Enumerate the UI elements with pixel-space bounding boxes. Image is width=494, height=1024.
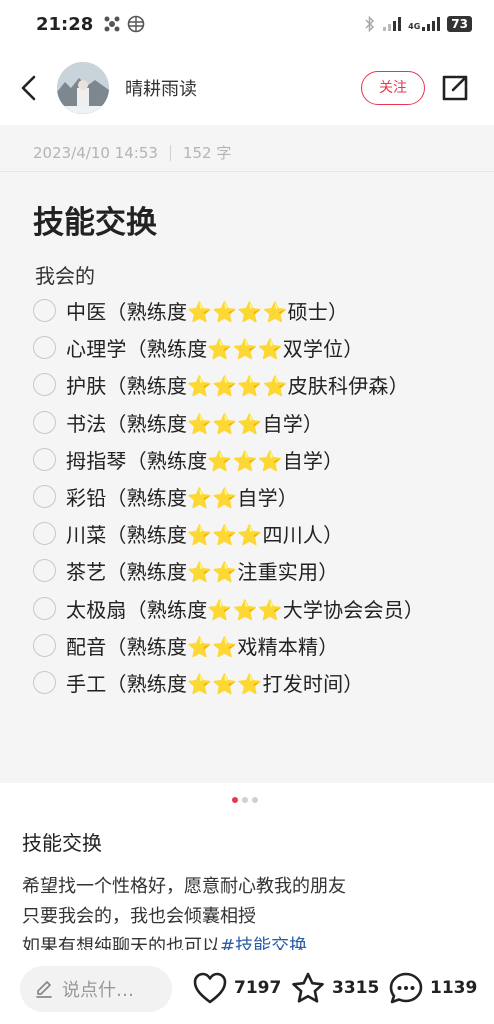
skill-text: 书法（熟练度⭐⭐⭐自学）: [66, 411, 324, 436]
note-header: 晴耕雨读 关注: [0, 56, 494, 120]
checkbox-circle[interactable]: [33, 633, 56, 657]
post-line: 如果有想纯聊天的也可以#技能交换: [22, 932, 472, 950]
image-pager: [232, 797, 258, 803]
comment-placeholder: 说点什…: [62, 980, 134, 1001]
collect-count: 3315: [332, 978, 380, 998]
heart-icon: [193, 972, 227, 1004]
post-line-text: 如果有想纯聊天的也可以: [22, 936, 220, 950]
note-image-card[interactable]: 2023/4/10 14:53 152 字 技能交换 我会的 中医（熟练度⭐⭐⭐…: [0, 125, 494, 783]
pager-dot[interactable]: [252, 797, 258, 803]
skill-text: 川菜（熟练度⭐⭐⭐四川人）: [66, 523, 344, 548]
signal-4g-icon: [422, 17, 441, 31]
hashtag-link[interactable]: #技能交换: [220, 936, 307, 950]
skill-text: 彩铅（熟练度⭐⭐自学）: [66, 486, 299, 511]
signal-icon: [383, 17, 402, 31]
section-label: 我会的: [35, 264, 95, 288]
skill-item[interactable]: 中医（熟练度⭐⭐⭐⭐硕士）: [33, 292, 424, 329]
divider: [0, 171, 494, 172]
like-button[interactable]: 7197: [192, 971, 281, 1005]
skill-item[interactable]: 拇指琴（熟练度⭐⭐⭐自学）: [33, 441, 424, 478]
pencil-icon: [36, 981, 52, 998]
post-body: 希望找一个性格好，愿意耐心教我的朋友 只要我会的，我也会倾囊相授 如果有想纯聊天…: [22, 872, 472, 950]
skill-item[interactable]: 心理学（熟练度⭐⭐⭐双学位）: [33, 329, 424, 366]
app-notification-icon: [104, 16, 120, 32]
post-line: 只要我会的，我也会倾囊相授: [22, 906, 256, 927]
skill-item[interactable]: 茶艺（熟练度⭐⭐注重实用）: [33, 552, 424, 589]
checkbox-circle[interactable]: [33, 336, 56, 360]
skill-text: 手工（熟练度⭐⭐⭐打发时间）: [66, 671, 364, 696]
follow-button[interactable]: 关注: [361, 71, 425, 105]
status-time: 21:28: [36, 13, 94, 35]
word-count: 152 字: [182, 144, 232, 162]
checkbox-circle[interactable]: [33, 522, 56, 546]
bottom-action-bar: 说点什… 7197 3315 1139: [0, 952, 494, 1024]
comment-bubble-icon: [389, 972, 423, 1004]
skill-text: 茶艺（熟练度⭐⭐注重实用）: [66, 560, 339, 585]
battery-level: 73: [447, 16, 472, 32]
note-date: 2023/4/10 14:53: [33, 143, 158, 162]
skill-text: 中医（熟练度⭐⭐⭐⭐硕士）: [66, 300, 349, 325]
skill-text: 拇指琴（熟练度⭐⭐⭐自学）: [66, 448, 344, 473]
checkbox-circle[interactable]: [33, 485, 56, 509]
skill-item[interactable]: 书法（熟练度⭐⭐⭐自学）: [33, 404, 424, 441]
collect-button[interactable]: 3315: [290, 971, 379, 1005]
card-title: 技能交换: [33, 205, 157, 241]
skill-text: 配音（熟练度⭐⭐戏精本精）: [66, 634, 339, 659]
skill-text: 护肤（熟练度⭐⭐⭐⭐皮肤科伊森）: [66, 374, 409, 399]
skill-item[interactable]: 彩铅（熟练度⭐⭐自学）: [33, 478, 424, 515]
like-count: 7197: [234, 978, 282, 998]
skill-item[interactable]: 手工（熟练度⭐⭐⭐打发时间）: [33, 664, 424, 701]
skill-item[interactable]: 护肤（熟练度⭐⭐⭐⭐皮肤科伊森）: [33, 366, 424, 403]
post-line: 希望找一个性格好，愿意耐心教我的朋友: [22, 876, 346, 897]
comment-count: 1139: [430, 978, 478, 998]
checkbox-circle[interactable]: [33, 559, 56, 583]
post-title: 技能交换: [22, 831, 102, 855]
back-icon[interactable]: [18, 74, 42, 102]
bluetooth-icon: [365, 16, 375, 32]
checkbox-circle[interactable]: [33, 670, 56, 694]
comment-button[interactable]: 1139: [388, 971, 477, 1005]
checkbox-circle[interactable]: [33, 373, 56, 397]
skill-item[interactable]: 川菜（熟练度⭐⭐⭐四川人）: [33, 515, 424, 552]
skill-item[interactable]: 配音（熟练度⭐⭐戏精本精）: [33, 627, 424, 664]
comment-input[interactable]: 说点什…: [20, 966, 172, 1012]
network-type: 4G: [408, 22, 421, 31]
skill-item[interactable]: 太极扇（熟练度⭐⭐⭐大学协会会员）: [33, 590, 424, 627]
globe-app-icon: [127, 15, 145, 33]
avatar-image: [57, 62, 109, 114]
author-avatar[interactable]: [57, 62, 109, 114]
pager-dot[interactable]: [242, 797, 248, 803]
star-icon: [292, 972, 324, 1003]
checkbox-circle[interactable]: [33, 447, 56, 471]
skill-checklist: 中医（熟练度⭐⭐⭐⭐硕士） 心理学（熟练度⭐⭐⭐双学位） 护肤（熟练度⭐⭐⭐⭐皮…: [33, 292, 424, 701]
checkbox-circle[interactable]: [33, 299, 56, 323]
checkbox-circle[interactable]: [33, 596, 56, 620]
skill-text: 心理学（熟练度⭐⭐⭐双学位）: [66, 337, 364, 362]
pager-dot-active[interactable]: [232, 797, 238, 803]
meta-divider: [169, 144, 171, 161]
share-icon[interactable]: [440, 73, 470, 103]
status-bar: 21:28 4G 73: [0, 0, 494, 48]
author-name[interactable]: 晴耕雨读: [125, 75, 197, 101]
note-meta: 2023/4/10 14:53 152 字: [33, 142, 231, 163]
checkbox-circle[interactable]: [33, 410, 56, 434]
skill-text: 太极扇（熟练度⭐⭐⭐大学协会会员）: [66, 597, 425, 622]
